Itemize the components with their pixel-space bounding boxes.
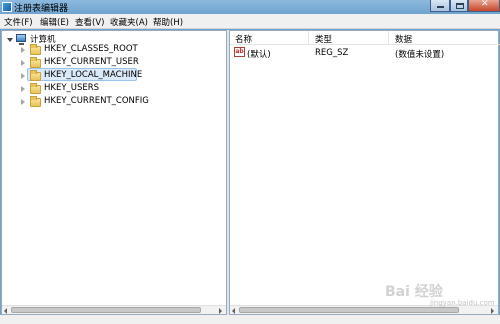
menu-help[interactable]: 帮助(H) <box>153 16 183 28</box>
folder-icon <box>30 44 41 55</box>
column-divider[interactable] <box>388 31 389 44</box>
computer-icon <box>16 34 26 45</box>
tree-item-label: HKEY_CURRENT_USER <box>44 57 139 67</box>
expand-arrow-icon[interactable] <box>21 47 25 53</box>
tree-item-hkey-current-config[interactable]: HKEY_CURRENT_CONFIG <box>2 96 202 108</box>
expand-arrow-icon[interactable] <box>21 73 25 79</box>
scrollbar-thumb[interactable] <box>239 307 459 313</box>
value-type: REG_SZ <box>315 48 349 58</box>
header-divider <box>230 44 500 45</box>
tree-item-hkey-classes-root[interactable]: HKEY_CLASSES_ROOT <box>2 44 202 56</box>
tree-horizontal-scrollbar[interactable] <box>2 305 226 314</box>
minimize-icon <box>437 6 444 8</box>
tree-item-hkey-current-user[interactable]: HKEY_CURRENT_USER <box>2 57 202 69</box>
folder-icon <box>30 57 41 68</box>
tree-item-hkey-users[interactable]: HKEY_USERS <box>2 83 202 95</box>
tree-item-label: HKEY_CURRENT_CONFIG <box>44 96 149 106</box>
tree-item-label: HKEY_CLASSES_ROOT <box>44 44 138 54</box>
scroll-left-icon[interactable] <box>232 308 235 314</box>
watermark-logo: Bai 经验 <box>385 284 443 300</box>
tree-item-label: HKEY_LOCAL_MACHINE <box>44 70 143 80</box>
folder-icon <box>30 70 41 81</box>
menu-edit[interactable]: 编辑(E) <box>40 16 69 28</box>
tree-item-label: HKEY_USERS <box>44 83 100 93</box>
key-tree-pane: 计算机 HKEY_CLASSES_ROOT HKEY_CURRENT_USER … <box>1 30 227 315</box>
expand-arrow-icon[interactable] <box>21 60 25 66</box>
maximize-icon <box>456 3 464 9</box>
value-data: (数值未设置) <box>395 50 445 60</box>
expand-arrow-icon[interactable] <box>21 86 25 92</box>
window-title: 注册表编辑器 <box>14 4 69 14</box>
scroll-left-icon[interactable] <box>4 308 7 314</box>
maximize-button[interactable] <box>450 0 468 12</box>
menu-view[interactable]: 查看(V) <box>75 16 104 28</box>
minimize-button[interactable] <box>430 0 450 12</box>
close-button[interactable]: ✕ <box>468 0 500 12</box>
string-value-icon: ab <box>234 47 245 57</box>
close-icon: ✕ <box>481 0 489 9</box>
column-divider[interactable] <box>308 31 309 44</box>
menu-bar: 文件(F) 编辑(E) 查看(V) 收藏夹(A) 帮助(H) <box>0 14 500 29</box>
values-pane: 名称 类型 数据 ab (默认) REG_SZ (数值未设置) <box>229 30 500 315</box>
status-bar <box>0 315 500 324</box>
regedit-app-icon <box>2 2 12 12</box>
scroll-right-icon[interactable] <box>219 308 222 314</box>
value-name: (默认) <box>247 50 271 60</box>
menu-file[interactable]: 文件(F) <box>4 16 33 28</box>
title-bar: 注册表编辑器 ✕ <box>0 0 500 14</box>
collapse-arrow-icon[interactable] <box>7 38 13 42</box>
expand-arrow-icon[interactable] <box>21 99 25 105</box>
watermark-url: jingyan.baidu.com <box>430 299 495 307</box>
folder-icon <box>30 83 41 94</box>
tree-item-hkey-local-machine[interactable]: HKEY_LOCAL_MACHINE <box>2 70 202 82</box>
menu-favorites[interactable]: 收藏夹(A) <box>110 16 148 28</box>
scroll-right-icon[interactable] <box>491 308 494 314</box>
scrollbar-thumb[interactable] <box>11 307 201 313</box>
folder-icon <box>30 96 41 107</box>
